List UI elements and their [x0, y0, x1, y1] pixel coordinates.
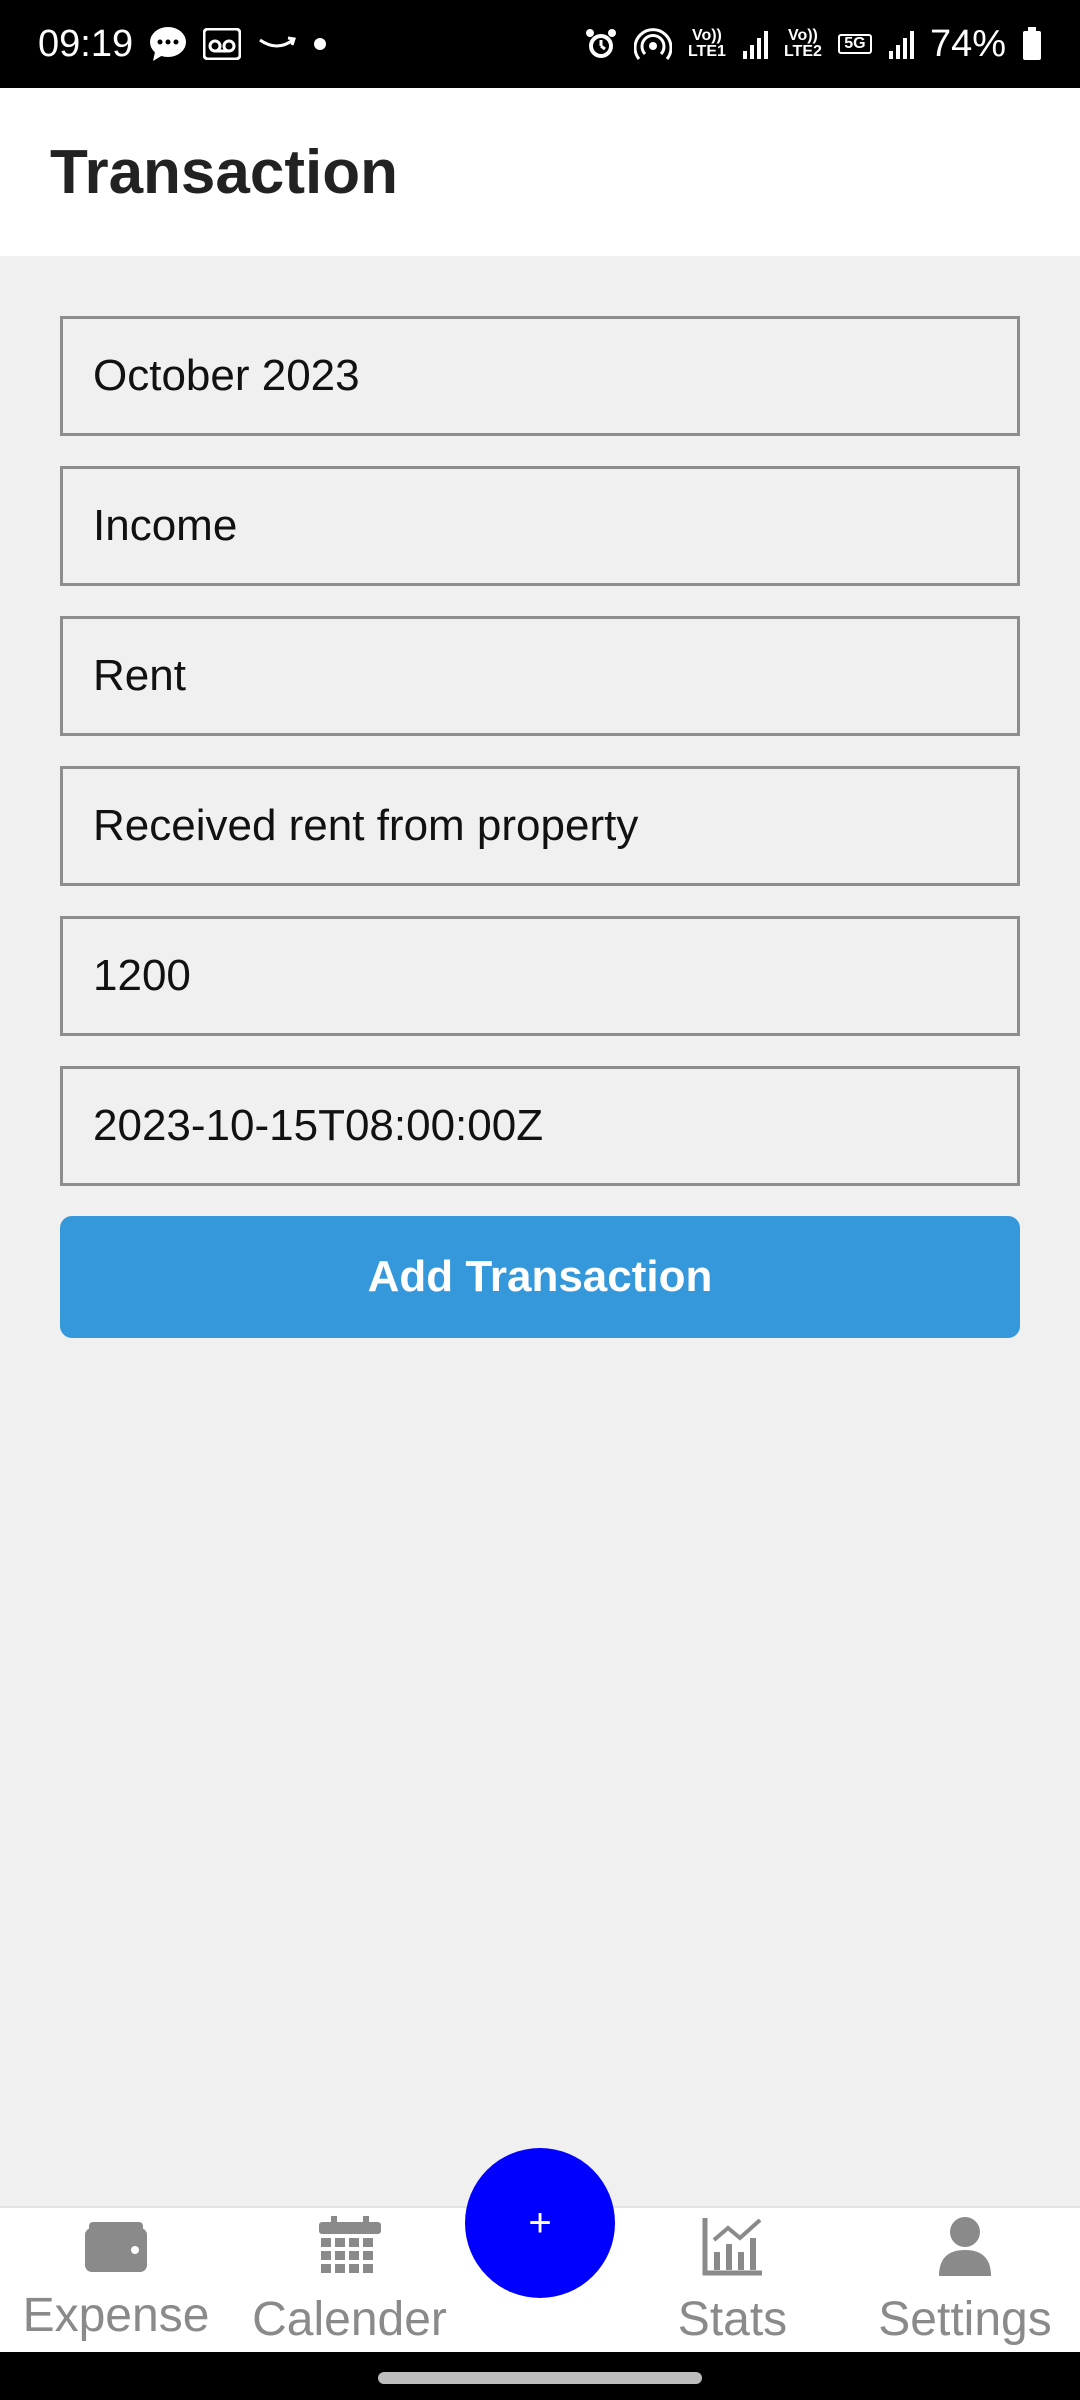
nav-item-expense[interactable]: Expense: [0, 2208, 232, 2354]
nav-item-stats[interactable]: Stats: [620, 2208, 845, 2354]
nav-label-settings: Settings: [878, 2292, 1052, 2346]
dot-icon: [313, 37, 327, 51]
plus-icon: +: [528, 2200, 552, 2245]
type-field[interactable]: Income: [60, 466, 1020, 586]
stats-icon: [702, 2216, 764, 2292]
user-icon: [939, 2216, 991, 2292]
home-indicator[interactable]: [378, 2372, 702, 2384]
datetime-field[interactable]: 2023-10-15T08:00:00Z: [60, 1066, 1020, 1186]
network-5g-label: 5G: [837, 34, 872, 54]
voicemail-icon: [203, 28, 242, 60]
nav-label-expense: Expense: [22, 2288, 210, 2342]
status-bar: 09:19 Vo)) LTE1 Vo)) LTE2 5G 74%: [0, 0, 1080, 88]
battery-percent: 74%: [929, 22, 1006, 65]
description-field[interactable]: Received rent from property: [60, 766, 1020, 886]
hotspot-icon: [633, 26, 672, 62]
status-left: 09:19: [38, 23, 327, 66]
sim1-volte-label: Vo)) LTE1: [687, 27, 726, 60]
nav-item-settings[interactable]: Settings: [855, 2208, 1075, 2354]
status-right: Vo)) LTE1 Vo)) LTE2 5G 74%: [584, 23, 1042, 66]
battery-icon: [1022, 27, 1042, 61]
month-field[interactable]: October 2023: [60, 316, 1020, 436]
system-nav-bar: [0, 2352, 1080, 2400]
nav-item-calender[interactable]: Calender: [232, 2208, 467, 2354]
sim2-volte-label: Vo)) LTE2: [783, 27, 822, 60]
amount-field[interactable]: 1200: [60, 916, 1020, 1036]
signal-sim2-icon: [888, 29, 914, 59]
amazon-icon: [257, 32, 297, 56]
add-transaction-button[interactable]: Add Transaction: [60, 1216, 1020, 1338]
nav-label-calender: Calender: [252, 2292, 447, 2346]
app-header: Transaction: [0, 88, 1080, 256]
alarm-icon: [584, 27, 618, 61]
add-fab-button[interactable]: +: [465, 2148, 615, 2298]
calendar-icon: [318, 2215, 381, 2292]
status-time: 09:19: [38, 22, 134, 65]
page-title: Transaction: [50, 137, 398, 207]
chat-icon: [149, 26, 187, 62]
category-field[interactable]: Rent: [60, 616, 1020, 736]
signal-sim1-icon: [742, 29, 768, 59]
nav-label-stats: Stats: [677, 2292, 788, 2346]
wallet-icon: [85, 2220, 147, 2288]
